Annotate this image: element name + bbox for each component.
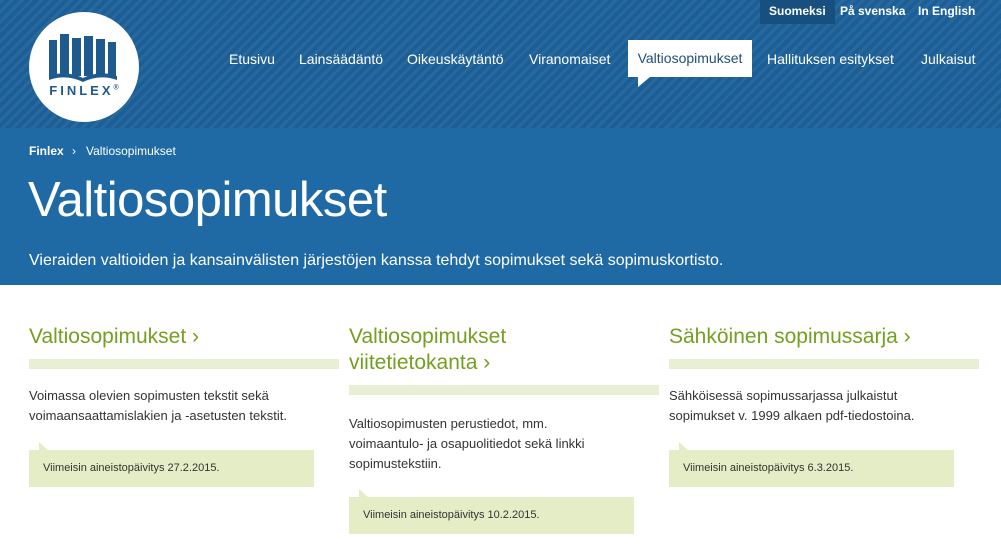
section-divider (349, 385, 659, 395)
description-line: Sähköisessä sopimussarjassa julkaistut (669, 388, 898, 403)
section-title-line: Sähköinen sopimussarja › (669, 325, 911, 348)
section-description: Valtiosopimusten perustiedot, mm. voimaa… (349, 414, 585, 474)
nav-oikeuskaytanto[interactable]: Oikeuskäytäntö (407, 51, 504, 67)
description-line: sopimustekstiin. (349, 456, 442, 471)
logo-text: FINLEX® (49, 83, 119, 98)
page-title: Valtiosopimukset (28, 173, 387, 227)
description-line: Voimassa olevien sopimusten tekstit sekä (29, 388, 269, 403)
section-description: Voimassa olevien sopimusten tekstit sekä… (29, 386, 287, 426)
books-logo-icon (49, 34, 117, 82)
update-note-pointer (359, 489, 368, 497)
update-note: Viimeisin aineistopäivitys 10.2.2015. (349, 489, 634, 534)
section-divider (29, 359, 339, 369)
section-title-line: Valtiosopimukset (349, 325, 507, 348)
update-note: Viimeisin aineistopäivitys 6.3.2015. (669, 442, 954, 487)
breadcrumb-separator-icon: › (72, 144, 76, 158)
section-divider (669, 359, 979, 369)
finlex-logo[interactable]: FINLEX® (29, 12, 139, 122)
section-title-line: Valtiosopimukset › (29, 325, 200, 348)
update-note-text: Viimeisin aineistopäivitys 10.2.2015. (363, 509, 540, 521)
description-line: voimaantulo- ja osapuolitiedot sekä link… (349, 436, 585, 451)
section-title-line: viitetietokanta › (349, 351, 491, 374)
nav-viranomaiset[interactable]: Viranomaiset (529, 51, 610, 67)
language-swedish[interactable]: På svenska (840, 0, 905, 24)
nav-active-label: Valtiosopimukset (637, 50, 743, 66)
language-finnish[interactable]: Suomeksi (760, 0, 835, 24)
update-note: Viimeisin aineistopäivitys 27.2.2015. (29, 442, 314, 487)
nav-lainsaadanto[interactable]: Lainsäädäntö (299, 51, 383, 67)
section-link-sahkoinen-sopimussarja[interactable]: Sähköinen sopimussarja › (669, 324, 911, 350)
language-english[interactable]: In English (918, 0, 975, 24)
nav-julkaisut[interactable]: Julkaisut (921, 51, 975, 67)
page-subtitle: Vieraiden valtioiden ja kansainvälisten … (29, 252, 724, 269)
nav-etusivu[interactable]: Etusivu (229, 51, 275, 67)
description-line: voimaansaattamislakien ja -asetusten tek… (29, 408, 287, 423)
breadcrumb-home[interactable]: Finlex (29, 144, 64, 158)
section-link-valtiosopimukset[interactable]: Valtiosopimukset › (29, 324, 199, 350)
description-line: sopimukset v. 1999 alkaen pdf-tiedostoin… (669, 408, 915, 423)
breadcrumb-current: Valtiosopimukset (86, 144, 176, 158)
section-link-viitetietokanta[interactable]: Valtiosopimukset viitetietokanta › (349, 324, 506, 376)
update-note-pointer (39, 442, 48, 450)
nav-hallituksen-esitykset[interactable]: Hallituksen esitykset (767, 51, 894, 67)
section-description: Sähköisessä sopimussarjassa julkaistut s… (669, 386, 914, 426)
update-note-pointer (679, 442, 688, 450)
nav-active-pointer (638, 77, 650, 87)
update-note-text: Viimeisin aineistopäivitys 27.2.2015. (43, 462, 220, 474)
description-line: Valtiosopimusten perustiedot, mm. (349, 416, 548, 431)
update-note-text: Viimeisin aineistopäivitys 6.3.2015. (683, 462, 854, 474)
nav-valtiosopimukset-active[interactable]: Valtiosopimukset (628, 40, 752, 87)
